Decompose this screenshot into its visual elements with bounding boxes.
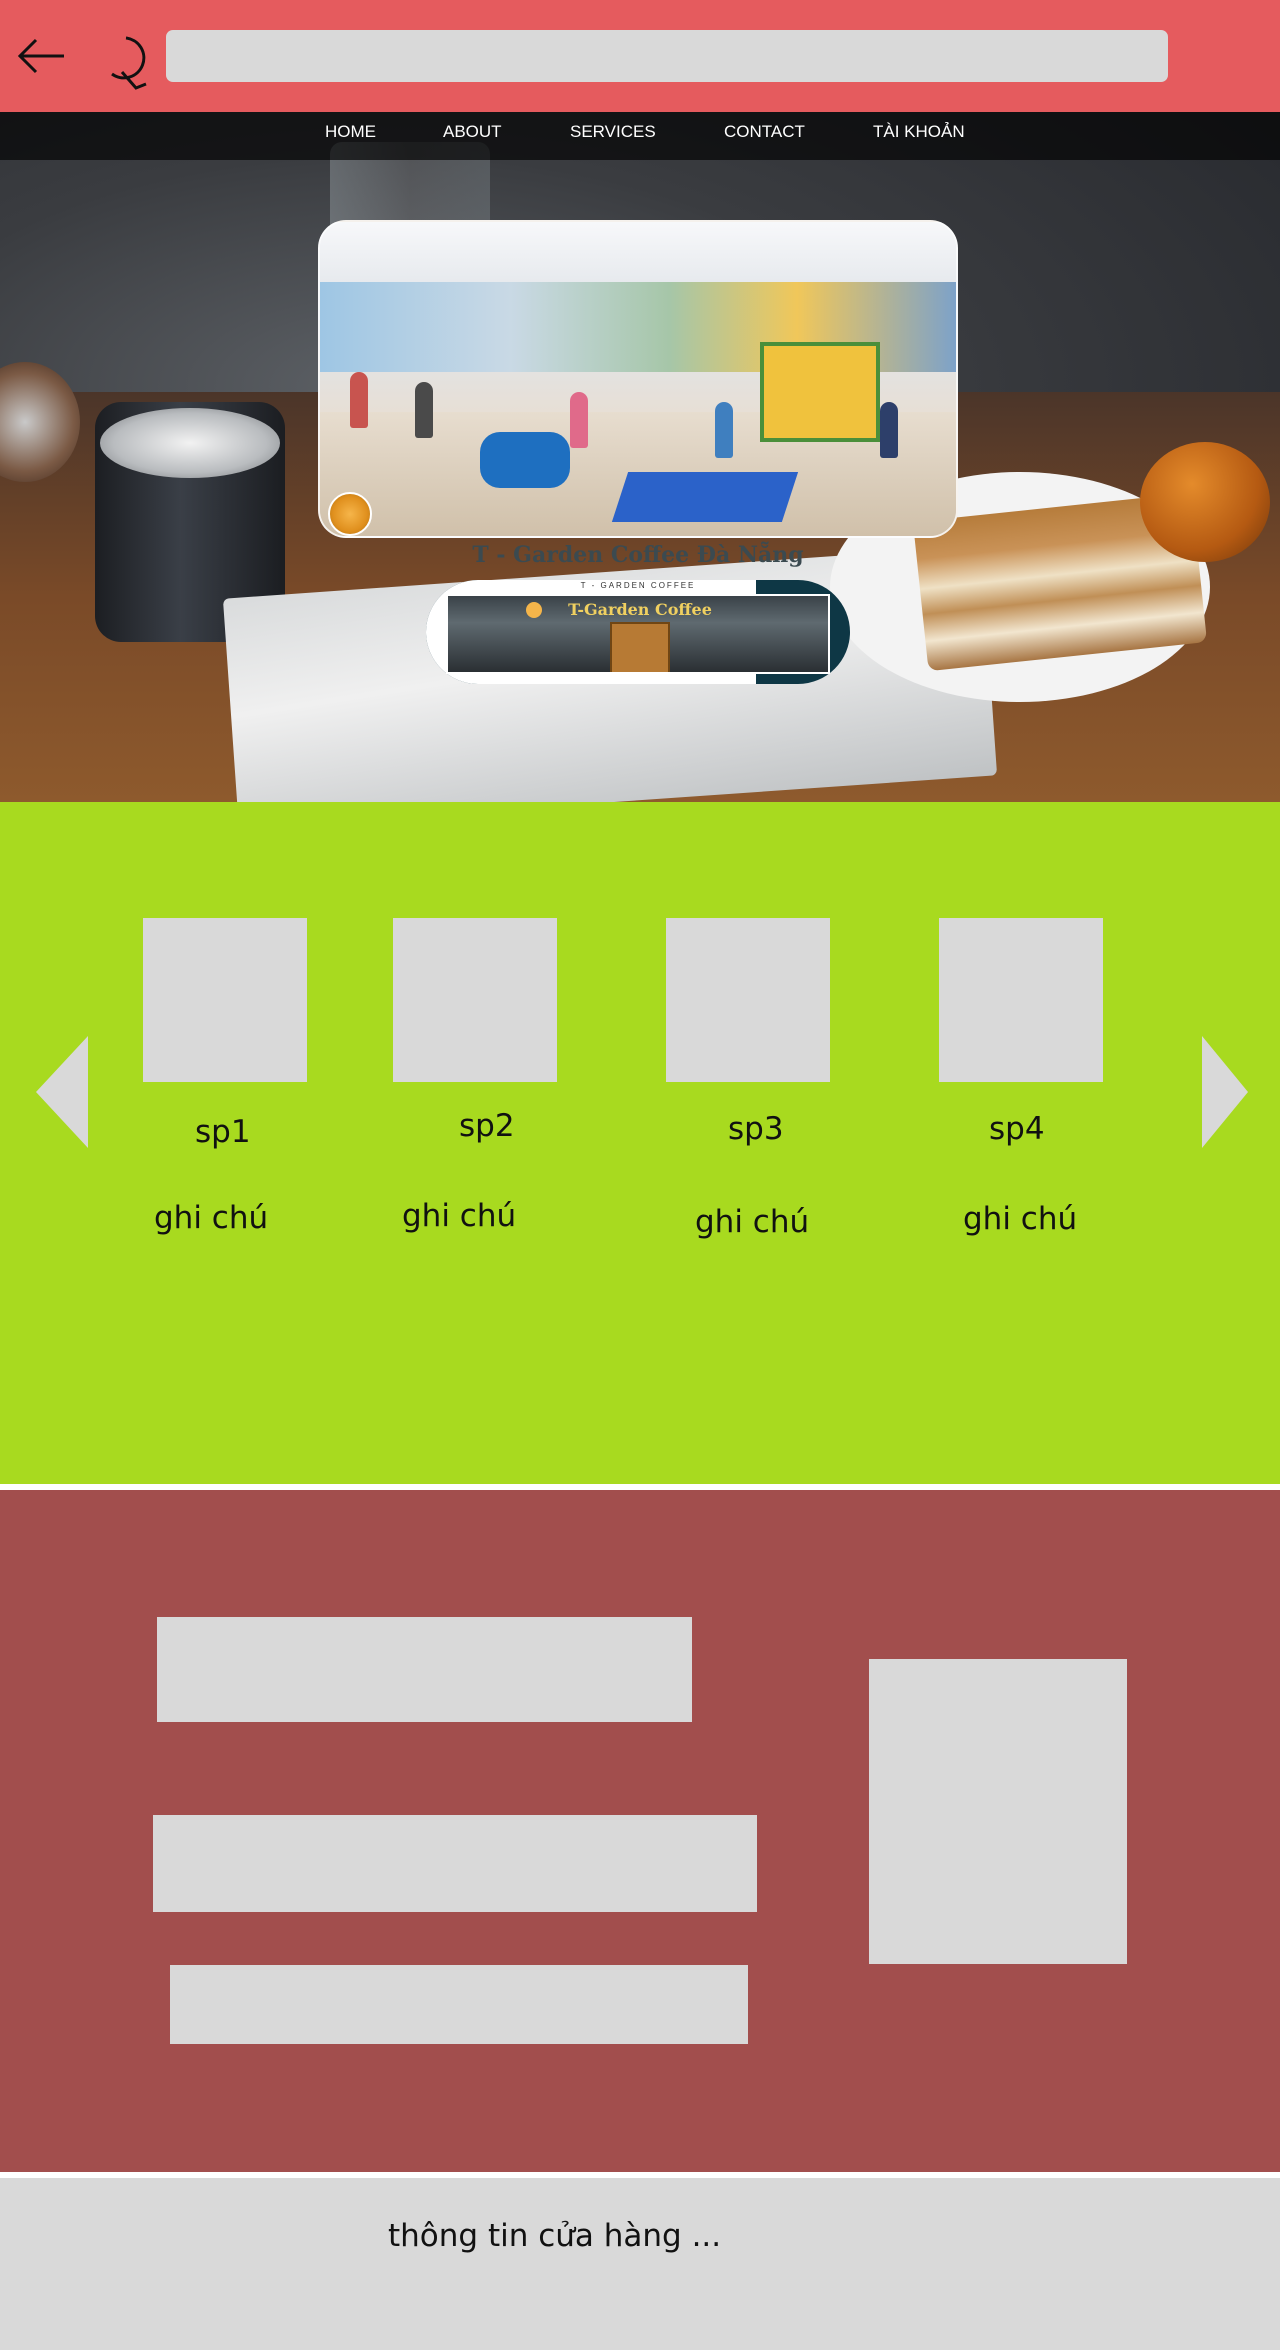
arrow-left-icon[interactable]	[16, 34, 68, 78]
product-name[interactable]: sp2	[459, 1108, 515, 1144]
store-info-text: thông tin cửa hàng ...	[388, 2218, 722, 2254]
info-block-1	[157, 1617, 692, 1722]
photo-child	[415, 382, 433, 438]
info-block-3	[170, 1965, 748, 2044]
product-name[interactable]: sp4	[989, 1111, 1045, 1147]
reload-icon[interactable]	[102, 32, 154, 92]
triangle-left-icon[interactable]	[36, 1036, 88, 1148]
photo-toy-car	[480, 432, 570, 488]
nav-item-account[interactable]: TÀI KHOẢN	[873, 112, 965, 160]
storefront-door	[610, 622, 670, 672]
photo-child	[570, 392, 588, 448]
info-section	[0, 1490, 1280, 2172]
hero-background-pot	[1140, 442, 1270, 562]
play-area-photo	[318, 220, 958, 538]
nav-item-contact[interactable]: CONTACT	[724, 112, 805, 160]
product-image[interactable]	[143, 918, 307, 1082]
photo-play-mat	[611, 472, 799, 522]
photo-child	[715, 402, 733, 458]
product-name[interactable]: sp1	[195, 1114, 251, 1150]
top-bar	[0, 0, 1280, 112]
nav-item-about[interactable]: ABOUT	[443, 112, 502, 160]
product-note: ghi chú	[154, 1200, 269, 1236]
cafe-title: T - Garden Coffee Đà Nẵng	[472, 542, 804, 568]
info-block-2	[153, 1815, 757, 1912]
product-carousel: sp1 sp2 sp3 sp4 ghi chú ghi chú ghi chú …	[0, 802, 1280, 1484]
footer: thông tin cửa hàng ...	[0, 2178, 1280, 2350]
cafe-logo-seal	[328, 492, 372, 536]
main-nav: HOME ABOUT SERVICES CONTACT TÀI KHOẢN	[0, 112, 1280, 160]
hero-background-jar-lid	[100, 408, 280, 478]
triangle-right-icon[interactable]	[1202, 1036, 1248, 1148]
product-note: ghi chú	[963, 1201, 1078, 1237]
product-image[interactable]	[939, 918, 1103, 1082]
product-note: ghi chú	[402, 1198, 517, 1234]
product-name[interactable]: sp3	[728, 1111, 784, 1147]
nav-item-home[interactable]: HOME	[325, 112, 376, 160]
cafe-storefront-photo: T-Garden Coffee	[446, 594, 830, 674]
photo-play-house	[760, 342, 880, 442]
photo-child	[350, 372, 368, 428]
product-image[interactable]	[393, 918, 557, 1082]
photo-ceiling	[320, 222, 956, 282]
product-image[interactable]	[666, 918, 830, 1082]
product-note: ghi chú	[695, 1204, 810, 1240]
nav-item-services[interactable]: SERVICES	[570, 112, 656, 160]
address-bar-input[interactable]	[166, 30, 1168, 82]
storefront-sign: T-Garden Coffee	[568, 600, 712, 619]
banner-caption: T - GARDEN COFFEE	[580, 581, 696, 590]
photo-child	[880, 402, 898, 458]
info-image-placeholder	[869, 1659, 1127, 1964]
